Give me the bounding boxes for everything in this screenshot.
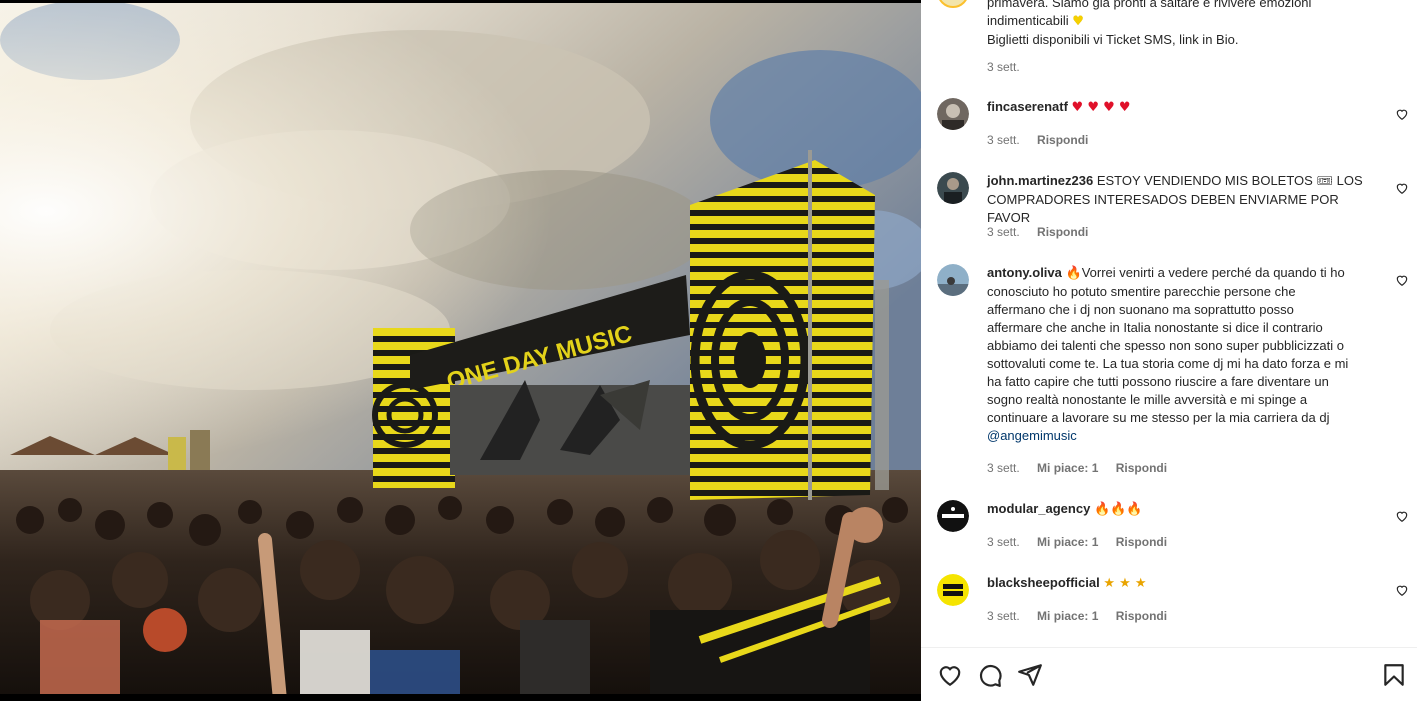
comment-time: 3 sett.	[987, 461, 1020, 475]
caption-line-1: primavera. Siamo già pronti a saltare e …	[987, 0, 1312, 10]
like-comment-icon[interactable]	[1395, 273, 1409, 287]
comment-text-line: conosciuto ho potuto smentire parecchie …	[987, 284, 1296, 299]
comment-body: modular_agency 🔥🔥🔥	[987, 500, 1383, 519]
post-caption: primavera. Siamo già pronti a saltare e …	[987, 0, 1397, 49]
comment-time: 3 sett.	[987, 535, 1020, 549]
star-struck-icon: ★ ★ ★	[1103, 576, 1147, 591]
comment-likes-button[interactable]: Mi piace: 1	[1037, 609, 1098, 623]
share-icon[interactable]	[1017, 662, 1043, 688]
fire-icon: 🔥	[1065, 266, 1082, 281]
comment-time: 3 sett.	[987, 225, 1020, 239]
avatar[interactable]	[937, 500, 969, 532]
comment-text-line: Vorrei venirti a vedere perché da quando…	[1081, 265, 1345, 280]
reply-button[interactable]: Rispondi	[1116, 609, 1167, 623]
reply-button[interactable]: Rispondi	[1116, 461, 1167, 475]
caption-line-3: Biglietti disponibili vi Ticket SMS, lin…	[987, 32, 1239, 47]
comment-likes-button[interactable]: Mi piace: 1	[1037, 461, 1098, 475]
reply-button[interactable]: Rispondi	[1037, 133, 1088, 147]
author-avatar[interactable]	[937, 0, 969, 8]
comment-body: john.martinez236 ESTOY VENDIENDO MIS BOL…	[987, 172, 1383, 227]
avatar[interactable]	[937, 264, 969, 296]
comment-username[interactable]: antony.oliva	[987, 265, 1062, 280]
comment-body: antony.oliva 🔥Vorrei venirti a vedere pe…	[987, 264, 1383, 445]
ticket-icon: 🎟	[1316, 174, 1333, 189]
fire-icon: 🔥🔥🔥	[1093, 502, 1143, 517]
reply-button[interactable]: Rispondi	[1037, 225, 1088, 239]
festival-stage-photo: ONE DAY MUSIC	[0, 0, 921, 701]
comment-text-line: ha fatto capire che tutti possono riusci…	[987, 374, 1329, 389]
comment-meta: 3 sett. Rispondi	[987, 225, 1102, 239]
comment-text: ESTOY VENDIENDO MIS BOLETOS	[1096, 173, 1313, 188]
comment-username[interactable]: modular_agency	[987, 501, 1090, 516]
comment-text-cont: LOS	[1336, 173, 1363, 188]
comment-text-line: sottovaluti come te. La tua storia come …	[987, 356, 1349, 371]
comment-time: 3 sett.	[987, 609, 1020, 623]
photo-bottom-edge	[0, 694, 921, 701]
instagram-post-view: ONE DAY MUSIC primavera. Siamo già pront…	[0, 0, 1417, 701]
post-photo[interactable]: ONE DAY MUSIC	[0, 0, 921, 701]
comment-username[interactable]: john.martinez236	[987, 173, 1093, 188]
comment-body: blacksheepofficial ★ ★ ★	[987, 574, 1383, 593]
comment-text-line: continuare a lavorare su me stesso per l…	[987, 410, 1330, 425]
comment-username[interactable]: blacksheepofficial	[987, 575, 1100, 590]
red-heart-icon: ♥ ♥ ♥ ♥	[1071, 100, 1131, 115]
like-comment-icon[interactable]	[1395, 181, 1409, 195]
comment-meta: 3 sett. Mi piace: 1 Rispondi	[987, 461, 1181, 475]
mention-link[interactable]: @angemimusic	[987, 428, 1077, 443]
comment-text-line: affermano che i dj non suonano ma soprat…	[987, 302, 1294, 317]
comments-panel: primavera. Siamo già pronti a saltare e …	[921, 0, 1417, 701]
comment-text-line: abbiamo dei talenti che spesso non sono …	[987, 338, 1345, 353]
comment-meta: 3 sett. Mi piace: 1 Rispondi	[987, 609, 1181, 623]
avatar[interactable]	[937, 172, 969, 204]
comment-time: 3 sett.	[987, 133, 1020, 147]
caption-line-2: indimenticabili ♥	[987, 13, 1084, 29]
comment-icon[interactable]	[977, 662, 1003, 688]
save-icon[interactable]	[1381, 662, 1407, 688]
comment-text-line-2: COMPRADORES INTERESADOS DEBEN ENVIARME P…	[987, 192, 1339, 225]
like-comment-icon[interactable]	[1395, 107, 1409, 121]
comment-likes-button[interactable]: Mi piace: 1	[1037, 535, 1098, 549]
reply-button[interactable]: Rispondi	[1116, 535, 1167, 549]
caption-time: 3 sett.	[987, 60, 1020, 74]
like-comment-icon[interactable]	[1395, 509, 1409, 523]
comment-text-line: affermare che anche in Italia nonostante…	[987, 320, 1323, 335]
comment-meta: 3 sett. Mi piace: 1 Rispondi	[987, 535, 1181, 549]
comment-username[interactable]: fincaserenatf	[987, 99, 1068, 114]
like-icon[interactable]	[937, 662, 963, 688]
avatar[interactable]	[937, 98, 969, 130]
post-action-bar	[921, 647, 1417, 701]
like-comment-icon[interactable]	[1395, 583, 1409, 597]
photo-top-edge	[0, 0, 921, 3]
caption-meta: 3 sett.	[987, 60, 1034, 74]
comment-text-line: sogno realtà nonostante le mille avversi…	[987, 392, 1308, 407]
comment-meta: 3 sett. Rispondi	[987, 133, 1102, 147]
comment-body: fincaserenatf ♥ ♥ ♥ ♥	[987, 98, 1383, 117]
avatar[interactable]	[937, 574, 969, 606]
yellow-heart-icon: ♥	[1072, 14, 1084, 29]
